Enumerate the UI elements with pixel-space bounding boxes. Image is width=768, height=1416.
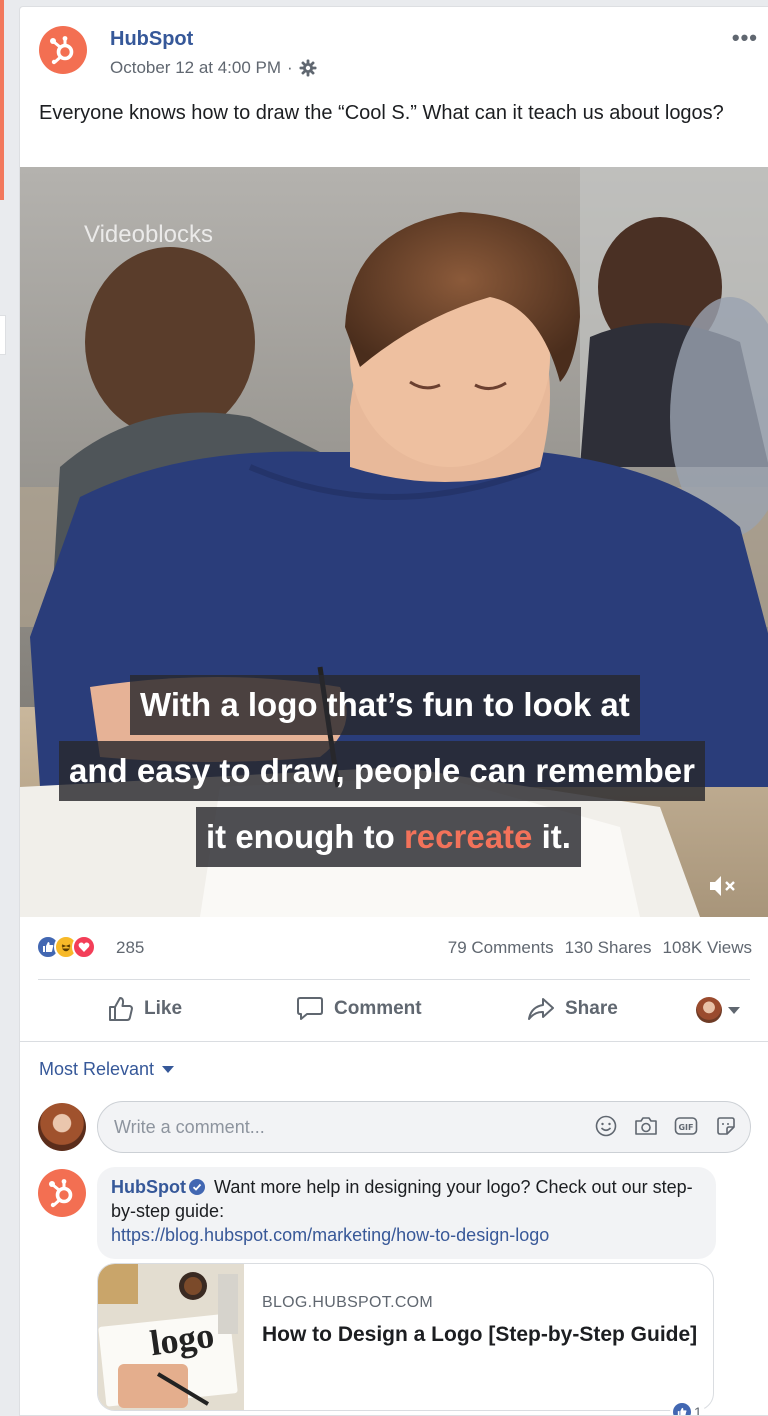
comment-button[interactable]: Comment [296, 981, 422, 1037]
camera-icon[interactable] [634, 1114, 658, 1138]
hubspot-sprocket-icon [50, 36, 74, 65]
stats-right: 79 Comments 130 Shares 108K Views [448, 938, 752, 958]
meta-separator: · [287, 58, 293, 77]
share-label: Share [565, 998, 618, 1019]
sort-chevron-down-icon [162, 1066, 175, 1073]
comment-author-name[interactable]: HubSpot [111, 1177, 186, 1197]
comments-count[interactable]: 79 Comments [448, 938, 554, 958]
caption-line-3-after: it. [532, 818, 571, 855]
current-user-avatar[interactable] [38, 1103, 86, 1151]
chevron-down-icon [728, 1006, 740, 1014]
video-watermark: Videoblocks [84, 221, 213, 248]
hubspot-sprocket-small-icon [49, 1179, 73, 1208]
caption-line-1-text: With a logo that’s fun to look at [140, 686, 630, 723]
video-frame-illustration [20, 167, 768, 917]
sticker-icon[interactable] [714, 1114, 738, 1138]
thumbs-up-icon [109, 997, 133, 1021]
action-bar: Like Comment Share [20, 981, 768, 1037]
share-arrow-icon [528, 998, 554, 1020]
comment-link[interactable]: https://blog.hubspot.com/marketing/how-t… [111, 1225, 549, 1245]
stats-divider [38, 979, 750, 980]
link-preview-title[interactable]: How to Design a Logo [Step-by-Step Guide… [262, 1320, 702, 1349]
post-as-selector[interactable] [696, 997, 740, 1023]
reaction-icons[interactable] [36, 935, 96, 959]
like-button[interactable]: Like [108, 981, 182, 1037]
verified-badge-icon [188, 1179, 205, 1195]
post-header: HubSpot October 12 at 4:00 PM · ••• [20, 7, 768, 87]
svg-text:GIF: GIF [678, 1123, 693, 1132]
post-card: HubSpot October 12 at 4:00 PM · ••• Ever… [19, 6, 768, 1416]
more-options-icon[interactable]: ••• [732, 25, 758, 51]
page-name-link[interactable]: HubSpot [110, 28, 193, 51]
comment-bubble-icon [297, 997, 323, 1020]
post-text: Everyone knows how to draw the “Cool S.”… [39, 102, 724, 124]
link-preview-thumbnail: logo [98, 1264, 244, 1410]
caption-line-2: and easy to draw, people can remember [59, 741, 706, 801]
post-timestamp[interactable]: October 12 at 4:00 PM [110, 58, 281, 78]
hubspot-avatar[interactable] [39, 26, 87, 74]
thumbnail-logo-text: logo [147, 1314, 217, 1364]
comment-like-icon [673, 1403, 691, 1415]
love-reaction-icon [72, 935, 96, 959]
comments-divider [20, 1041, 768, 1042]
reaction-count[interactable]: 285 [116, 938, 144, 958]
video-player[interactable]: Videoblocks With a logo that’s fun to lo… [20, 167, 768, 917]
views-count: 108K Views [662, 938, 752, 957]
comment-like-count: 1 [694, 1404, 702, 1416]
comment-label: Comment [334, 998, 422, 1019]
caption-highlight: recreate [403, 818, 533, 855]
link-preview-card[interactable]: logo BLOG.HUBSPOT.COM How to Design a Lo… [97, 1263, 714, 1411]
caption-line-3-before: it enough to [206, 818, 404, 855]
emoji-icon[interactable] [594, 1114, 618, 1138]
comment-input-placeholder: Write a comment... [114, 1117, 265, 1137]
comment-sort-dropdown[interactable]: Most Relevant [39, 1059, 175, 1080]
post-as-avatar [696, 997, 722, 1023]
left-accent-strip [0, 0, 4, 200]
comment-author-avatar[interactable] [38, 1169, 86, 1217]
gif-icon[interactable]: GIF [674, 1114, 698, 1138]
share-button[interactable]: Share [527, 981, 618, 1037]
comment-like-badge[interactable]: 1 [670, 1403, 705, 1416]
mute-icon[interactable] [708, 873, 738, 899]
link-preview-domain: BLOG.HUBSPOT.COM [262, 1294, 434, 1311]
post-stats: 285 79 Comments 130 Shares 108K Views [20, 929, 768, 969]
post-meta: October 12 at 4:00 PM · [110, 58, 317, 78]
caption-line-2-text: and easy to draw, people can remember [69, 752, 696, 789]
caption-line-1: With a logo that’s fun to look at [130, 675, 640, 735]
comment-input[interactable]: Write a comment... GIF [97, 1101, 751, 1153]
caption-line-3: it enough to recreate it. [196, 807, 581, 867]
comment-bubble: HubSpot Want more help in designing your… [97, 1167, 716, 1259]
left-side-tab[interactable] [0, 315, 6, 355]
sort-label: Most Relevant [39, 1059, 155, 1079]
like-label: Like [144, 998, 183, 1019]
shares-count[interactable]: 130 Shares [565, 938, 652, 958]
comment-input-tools: GIF [594, 1114, 738, 1138]
gear-icon[interactable] [299, 59, 317, 77]
